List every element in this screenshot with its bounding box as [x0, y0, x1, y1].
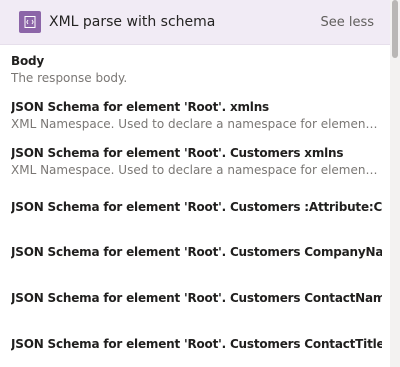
xml-icon [19, 11, 41, 33]
item-name: Body [11, 54, 45, 68]
list-item-root-xmlns[interactable]: JSON Schema for element 'Root'. xmlns XM… [11, 99, 382, 132]
dynamic-content-panel: XML parse with schema See less Body The … [0, 0, 390, 367]
item-description: XML Namespace. Used to declare a namespa… [11, 117, 382, 131]
item-name: JSON Schema for element 'Root'. xmlns [11, 100, 269, 114]
item-name: JSON Schema for element 'Root'. Customer… [11, 200, 382, 214]
action-header: XML parse with schema See less [0, 0, 390, 45]
scrollbar-thumb[interactable] [392, 0, 398, 58]
scrollbar[interactable] [390, 0, 400, 367]
list-item-customer-id[interactable]: JSON Schema for element 'Root'. Customer… [11, 199, 382, 215]
list-item-body[interactable]: Body The response body. [11, 53, 382, 86]
list-item-company-name[interactable]: JSON Schema for element 'Root'. Customer… [11, 244, 382, 260]
action-title: XML parse with schema [49, 14, 216, 30]
item-name: JSON Schema for element 'Root'. Customer… [11, 337, 382, 351]
list-item-contact-name[interactable]: JSON Schema for element 'Root'. Customer… [11, 290, 382, 306]
item-name: JSON Schema for element 'Root'. Customer… [11, 291, 382, 305]
item-description: XML Namespace. Used to declare a namespa… [11, 163, 382, 177]
list-item-customers-xmlns[interactable]: JSON Schema for element 'Root'. Customer… [11, 145, 382, 178]
see-less-link[interactable]: See less [320, 15, 374, 30]
item-description: The response body. [11, 71, 128, 85]
item-name: JSON Schema for element 'Root'. Customer… [11, 245, 382, 259]
list-item-contact-title[interactable]: JSON Schema for element 'Root'. Customer… [11, 336, 382, 352]
item-name: JSON Schema for element 'Root'. Customer… [11, 146, 344, 160]
